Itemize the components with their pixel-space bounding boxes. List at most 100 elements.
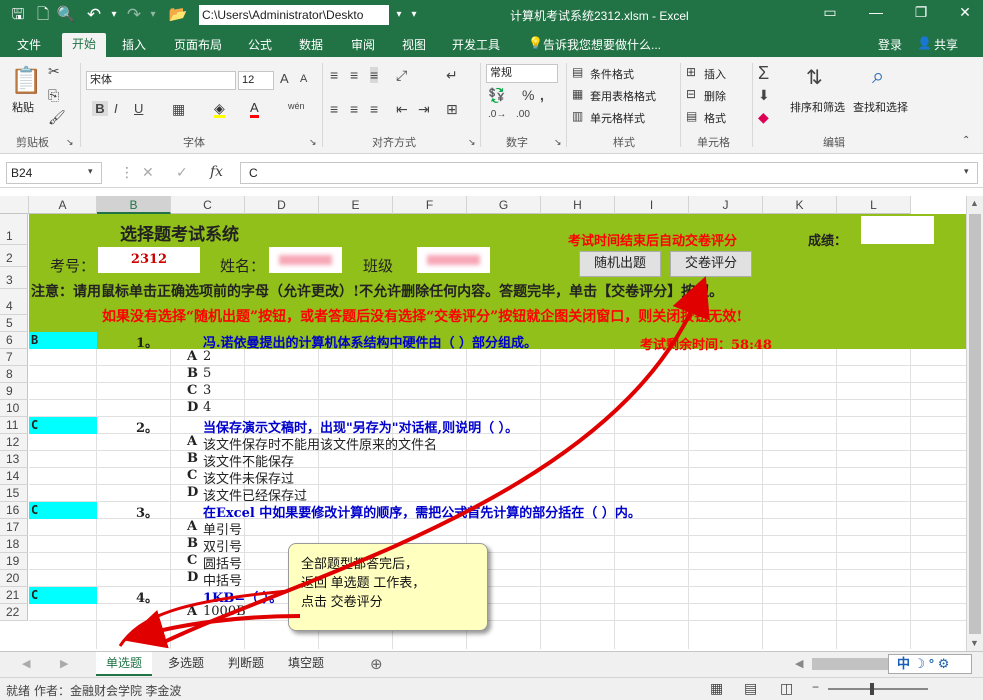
fill-color-icon[interactable]: ◈ — [214, 101, 225, 118]
ime-indicator[interactable]: 中 ☽ ° ⚙ — [888, 654, 972, 674]
format-as-table-button[interactable]: 套用表格格式 — [590, 88, 656, 104]
zoom-out-icon[interactable]: − — [812, 680, 819, 694]
close-icon[interactable]: ✕ — [950, 4, 980, 21]
increase-decimal-icon[interactable]: .0→ — [488, 109, 506, 120]
minimize-icon[interactable]: — — [861, 4, 891, 20]
insert-cells-button[interactable]: 插入 — [704, 66, 726, 82]
open-icon[interactable]: 📂 — [168, 5, 188, 25]
new-icon[interactable]: 🗋 — [33, 5, 53, 25]
conditional-format-button[interactable]: 条件格式 — [590, 66, 634, 82]
scroll-down-icon[interactable]: ▼ — [970, 638, 979, 648]
horizontal-scroll-thumb[interactable] — [812, 658, 892, 670]
phonetic-icon[interactable]: wén — [288, 101, 305, 111]
autosum-icon[interactable]: Σ — [758, 63, 769, 84]
name-box-dropdown-icon[interactable]: ▾ — [88, 166, 93, 177]
sheet-tab-fill-blank[interactable]: 填空题 — [278, 652, 334, 676]
enter-icon[interactable]: ✓ — [176, 164, 188, 181]
cut-icon[interactable]: ✂ — [48, 63, 60, 80]
decrease-indent-icon[interactable]: ⇤ — [396, 101, 408, 118]
wrap-text-icon[interactable]: ↵ — [446, 67, 458, 84]
font-launcher-icon[interactable]: ↘ — [309, 137, 317, 148]
clear-icon[interactable]: ◆ — [758, 109, 769, 126]
normal-view-icon[interactable]: ▦ — [710, 680, 723, 697]
font-color-button[interactable]: A — [250, 101, 259, 118]
font-size-box[interactable]: 12 — [238, 71, 274, 90]
tab-insert[interactable]: 插入 — [122, 36, 146, 53]
merge-center-icon[interactable]: ⊞ — [446, 101, 458, 118]
undo-dropdown-icon[interactable]: ▾ — [104, 5, 124, 25]
number-format-box[interactable]: 常规 — [486, 64, 558, 83]
alignment-launcher-icon[interactable]: ↘ — [468, 137, 476, 148]
increase-indent-icon[interactable]: ⇥ — [418, 101, 430, 118]
cell-styles-button[interactable]: 单元格样式 — [590, 110, 645, 126]
align-bottom-icon[interactable]: ≡ — [370, 67, 379, 83]
prev-sheet-icon[interactable]: ◀ — [22, 657, 30, 670]
sheet-tab-true-false[interactable]: 判断题 — [218, 652, 274, 676]
redo-icon[interactable]: ↷ — [124, 5, 144, 25]
align-top-icon[interactable]: ≡ — [330, 67, 338, 83]
border-icon[interactable]: ▦ — [172, 101, 185, 118]
restore-icon[interactable]: ❐ — [906, 4, 936, 21]
cancel-icon[interactable]: ✕ — [142, 164, 154, 181]
tab-page-layout[interactable]: 页面布局 — [174, 36, 222, 53]
find-select-button[interactable]: 查找和选择 — [853, 99, 908, 115]
sheet-tab-single-choice[interactable]: 单选题 — [96, 652, 153, 676]
percent-button[interactable]: % — [522, 87, 534, 103]
sort-filter-button[interactable]: 排序和筛选 — [790, 99, 845, 115]
align-left-icon[interactable]: ≡ — [330, 101, 338, 117]
copy-icon[interactable]: ⎘ — [48, 87, 59, 104]
login-link[interactable]: 登录 — [878, 36, 902, 53]
paste-icon[interactable]: 📋 — [10, 65, 42, 96]
increase-font-icon[interactable]: A — [280, 71, 289, 86]
save-icon[interactable]: 🖫 — [8, 5, 28, 25]
hscroll-left-icon[interactable]: ◀ — [795, 657, 803, 670]
format-painter-icon[interactable]: 🖌 — [48, 109, 66, 126]
add-sheet-icon[interactable]: ⊕ — [370, 655, 383, 673]
tab-home[interactable]: 开始 — [62, 33, 107, 57]
share-button[interactable]: 共享 — [934, 36, 958, 53]
format-cells-button[interactable]: 格式 — [704, 110, 726, 126]
expand-formula-icon[interactable]: ▾ — [964, 166, 969, 177]
insert-function-button[interactable]: fx — [210, 164, 223, 180]
paste-button[interactable]: 粘贴 — [12, 99, 34, 115]
ribbon-display-icon[interactable]: ▭ — [815, 4, 845, 21]
tab-data[interactable]: 数据 — [299, 36, 323, 53]
next-sheet-icon[interactable]: ▶ — [60, 657, 68, 670]
zoom-slider[interactable] — [828, 688, 928, 690]
clipboard-launcher-icon[interactable]: ↘ — [66, 137, 74, 148]
tab-view[interactable]: 视图 — [402, 36, 426, 53]
print-preview-icon[interactable]: 🔍 — [56, 5, 76, 25]
align-middle-icon[interactable]: ≡ — [350, 67, 358, 83]
path-box[interactable]: C:\Users\Administrator\Deskto — [199, 5, 389, 25]
accounting-icon[interactable]: 💱 — [488, 87, 505, 104]
bold-button[interactable]: B — [92, 101, 108, 116]
worksheet-grid[interactable]: ABCDEFGHIJKL 1 2 3 4 5 6 7 8 9 10 11 12 13 14 15 16 17 18… — [0, 196, 966, 651]
scroll-up-icon[interactable]: ▲ — [970, 198, 979, 208]
align-center-icon[interactable]: ≡ — [350, 101, 358, 117]
collapse-ribbon-icon[interactable]: ⌃ — [962, 135, 970, 146]
scroll-thumb[interactable] — [969, 214, 981, 634]
delete-cells-button[interactable]: 删除 — [704, 88, 726, 104]
orientation-icon[interactable]: ⤢ — [396, 67, 407, 84]
decrease-font-icon[interactable]: A — [300, 73, 307, 85]
formula-input[interactable]: C — [240, 162, 978, 184]
tab-file[interactable]: 文件 — [17, 36, 41, 53]
tell-me-box[interactable]: 告诉我您想要做什么... — [543, 36, 661, 53]
sheet-tab-multi-choice[interactable]: 多选题 — [158, 652, 214, 676]
italic-button[interactable]: I — [114, 101, 118, 116]
number-launcher-icon[interactable]: ↘ — [554, 137, 562, 148]
tab-review[interactable]: 审阅 — [351, 36, 375, 53]
underline-button[interactable]: U — [134, 101, 143, 116]
align-right-icon[interactable]: ≡ — [370, 101, 378, 117]
decrease-decimal-icon[interactable]: .00 — [516, 109, 530, 120]
comma-button[interactable]: , — [540, 87, 544, 103]
undo-icon[interactable]: ↶ — [84, 5, 104, 25]
page-layout-view-icon[interactable]: ▤ — [744, 680, 757, 697]
tab-developer[interactable]: 开发工具 — [452, 36, 500, 53]
customize-qat-icon[interactable]: ▾ — [404, 5, 424, 25]
font-name-box[interactable]: 宋体 — [86, 71, 236, 90]
redo-dropdown-icon[interactable]: ▾ — [143, 5, 163, 25]
fill-icon[interactable]: ⬇ — [758, 87, 770, 104]
tab-formulas[interactable]: 公式 — [248, 36, 272, 53]
page-break-view-icon[interactable]: ◫ — [780, 680, 793, 697]
